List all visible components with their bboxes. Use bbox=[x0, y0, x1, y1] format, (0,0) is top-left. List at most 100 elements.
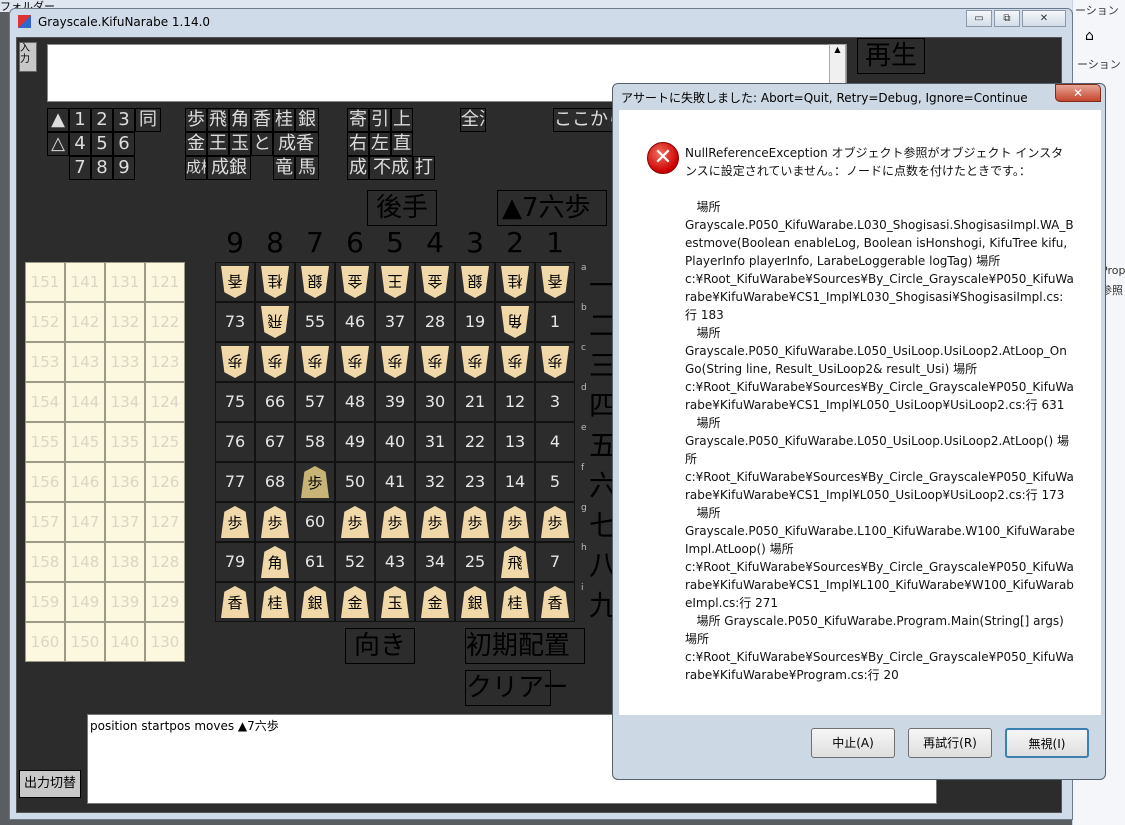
initial-setup-button[interactable]: 初期配置 bbox=[465, 628, 585, 664]
board-square[interactable]: 43 bbox=[375, 542, 415, 582]
board-square-piece[interactable]: 王 bbox=[375, 262, 415, 302]
board-square[interactable]: 5 bbox=[535, 462, 575, 502]
piece-button[interactable]: 成桂 bbox=[185, 156, 207, 180]
piece-stand-cell[interactable]: 128 bbox=[145, 542, 185, 582]
piece-button[interactable]: 角 bbox=[229, 108, 251, 132]
board-square-piece[interactable]: 歩 bbox=[415, 502, 455, 542]
board-square[interactable]: 77 bbox=[215, 462, 255, 502]
board-square[interactable]: 66 bbox=[255, 382, 295, 422]
dialog-close-button[interactable]: ✕ bbox=[1055, 84, 1101, 102]
output-switch-button[interactable]: 出力切替 bbox=[19, 770, 81, 798]
board-square[interactable]: 67 bbox=[255, 422, 295, 462]
board-square[interactable]: 7 bbox=[535, 542, 575, 582]
piece-button[interactable]: 歩 bbox=[185, 108, 207, 132]
board-square-piece[interactable]: 歩 bbox=[535, 342, 575, 382]
board-square[interactable]: 12 bbox=[495, 382, 535, 422]
board-square-piece[interactable]: 歩 bbox=[415, 342, 455, 382]
board-square[interactable]: 52 bbox=[335, 542, 375, 582]
piece-button[interactable]: 桂 bbox=[273, 108, 295, 132]
board-square[interactable]: 30 bbox=[415, 382, 455, 422]
minimize-button[interactable]: ▭ bbox=[966, 10, 992, 27]
piece-stand-cell[interactable]: 125 bbox=[145, 422, 185, 462]
maximize-button[interactable]: ⧉ bbox=[994, 10, 1020, 27]
board-square-piece[interactable]: 歩 bbox=[255, 502, 295, 542]
piece-stand-cell[interactable]: 123 bbox=[145, 342, 185, 382]
board-square-piece[interactable]: 香 bbox=[535, 262, 575, 302]
num-button[interactable]: 9 bbox=[113, 156, 135, 180]
piece-stand-cell[interactable]: 150 bbox=[65, 622, 105, 662]
board-square[interactable]: 34 bbox=[415, 542, 455, 582]
piece-stand-cell[interactable]: 137 bbox=[105, 502, 145, 542]
board-square-piece[interactable]: 歩 bbox=[295, 342, 335, 382]
modifier-button[interactable]: 上 bbox=[391, 108, 413, 132]
piece-button[interactable]: 金 bbox=[185, 132, 207, 156]
board-square[interactable]: 22 bbox=[455, 422, 495, 462]
board-square-piece[interactable]: 歩 bbox=[375, 502, 415, 542]
piece-button[interactable]: 飛 bbox=[207, 108, 229, 132]
board-square-piece[interactable]: 香 bbox=[215, 262, 255, 302]
board-square[interactable]: 49 bbox=[335, 422, 375, 462]
piece-stand-cell[interactable]: 143 bbox=[65, 342, 105, 382]
num-button[interactable]: 1 bbox=[69, 108, 91, 132]
modifier-button[interactable]: 引 bbox=[369, 108, 391, 132]
close-button[interactable]: ✕ bbox=[1022, 10, 1066, 27]
board-square-piece[interactable]: 銀 bbox=[455, 582, 495, 622]
board-square-piece[interactable]: 歩 bbox=[495, 502, 535, 542]
board-square[interactable]: 55 bbox=[295, 302, 335, 342]
num-button[interactable]: 5 bbox=[91, 132, 113, 156]
piece-stand-cell[interactable]: 130 bbox=[145, 622, 185, 662]
board-square[interactable]: 4 bbox=[535, 422, 575, 462]
modifier-button[interactable]: 不成 bbox=[369, 156, 413, 180]
piece-stand-cell[interactable]: 152 bbox=[25, 302, 65, 342]
piece-button[interactable]: 銀 bbox=[295, 108, 319, 132]
home-icon[interactable]: ⌂ bbox=[1085, 28, 1094, 44]
modifier-button[interactable]: 右 bbox=[347, 132, 369, 156]
piece-stand-cell[interactable]: 149 bbox=[65, 582, 105, 622]
board-square-piece[interactable]: 角 bbox=[495, 302, 535, 342]
board-square[interactable]: 25 bbox=[455, 542, 495, 582]
board-square[interactable]: 14 bbox=[495, 462, 535, 502]
board-square[interactable]: 57 bbox=[295, 382, 335, 422]
board-square[interactable]: 73 bbox=[215, 302, 255, 342]
board-square[interactable]: 61 bbox=[295, 542, 335, 582]
num-button[interactable]: 7 bbox=[69, 156, 91, 180]
piece-stand-cell[interactable]: 151 bbox=[25, 262, 65, 302]
piece-stand-cell[interactable]: 142 bbox=[65, 302, 105, 342]
piece-stand-cell[interactable]: 135 bbox=[105, 422, 145, 462]
piece-stand-cell[interactable]: 146 bbox=[65, 462, 105, 502]
board-square[interactable]: 60 bbox=[295, 502, 335, 542]
piece-stand-cell[interactable]: 153 bbox=[25, 342, 65, 382]
board-square-piece[interactable]: 玉 bbox=[375, 582, 415, 622]
piece-stand-cell[interactable]: 140 bbox=[105, 622, 145, 662]
piece-button[interactable]: 馬 bbox=[295, 156, 319, 180]
from-here-button[interactable]: ここから bbox=[553, 108, 613, 132]
board-square-piece[interactable]: 香 bbox=[215, 582, 255, 622]
board-square[interactable]: 40 bbox=[375, 422, 415, 462]
board-square[interactable]: 79 bbox=[215, 542, 255, 582]
board-square[interactable]: 19 bbox=[455, 302, 495, 342]
board-square-piece[interactable]: 歩 bbox=[455, 502, 495, 542]
board-square[interactable]: 46 bbox=[335, 302, 375, 342]
board-square[interactable]: 48 bbox=[335, 382, 375, 422]
board-square[interactable]: 28 bbox=[415, 302, 455, 342]
clear-button[interactable]: クリアー bbox=[465, 670, 568, 706]
board-square[interactable]: 31 bbox=[415, 422, 455, 462]
piece-stand-cell[interactable]: 147 bbox=[65, 502, 105, 542]
board-square[interactable]: 58 bbox=[295, 422, 335, 462]
piece-button[interactable]: 玉 bbox=[229, 132, 251, 156]
board-square-piece[interactable]: 歩 bbox=[295, 462, 335, 502]
piece-stand-cell[interactable]: 141 bbox=[65, 262, 105, 302]
piece-stand-cell[interactable]: 132 bbox=[105, 302, 145, 342]
board-square[interactable]: 76 bbox=[215, 422, 255, 462]
board-square-piece[interactable]: 飛 bbox=[255, 302, 295, 342]
piece-stand-cell[interactable]: 138 bbox=[105, 542, 145, 582]
board-square-piece[interactable]: 桂 bbox=[255, 582, 295, 622]
board-square-piece[interactable]: 銀 bbox=[455, 262, 495, 302]
piece-stand-cell[interactable]: 159 bbox=[25, 582, 65, 622]
board-square[interactable]: 13 bbox=[495, 422, 535, 462]
board-square[interactable]: 41 bbox=[375, 462, 415, 502]
piece-stand-cell[interactable]: 156 bbox=[25, 462, 65, 502]
piece-stand-cell[interactable]: 155 bbox=[25, 422, 65, 462]
board-square[interactable]: 37 bbox=[375, 302, 415, 342]
board-square-piece[interactable]: 桂 bbox=[495, 582, 535, 622]
